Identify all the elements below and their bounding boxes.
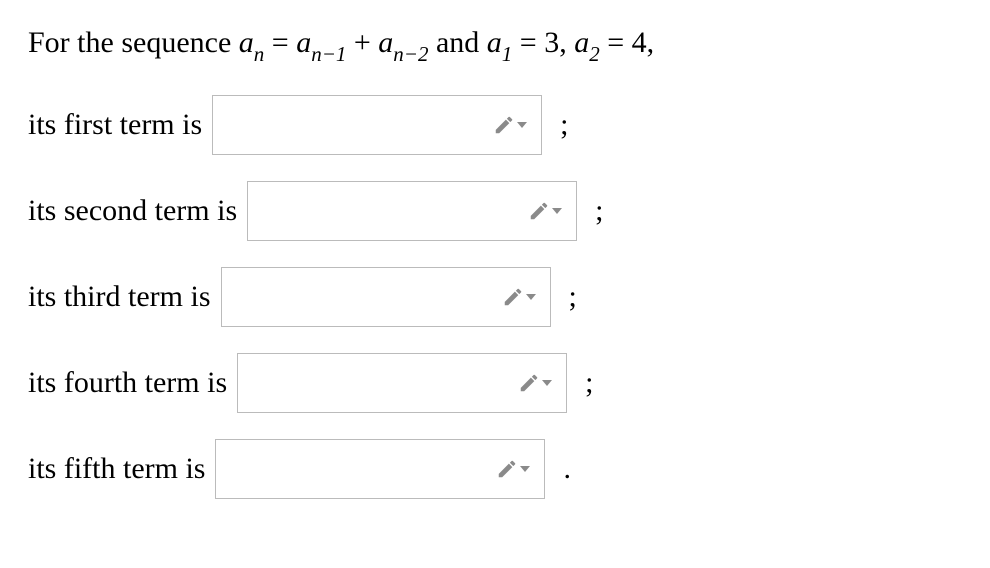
- chevron-down-icon: [542, 378, 552, 388]
- pencil-icon: [518, 372, 540, 394]
- second-term-input[interactable]: [247, 181, 577, 241]
- formula-lhs-a: a: [239, 26, 254, 59]
- third-term-label: its third term is: [28, 280, 211, 314]
- first-term-punct: ;: [560, 108, 568, 142]
- formula-plus: +: [354, 26, 378, 59]
- chevron-down-icon: [526, 292, 536, 302]
- chevron-down-icon: [552, 206, 562, 216]
- pencil-dropdown-icon[interactable]: [496, 458, 530, 480]
- row-fourth-term: its fourth term is ;: [28, 353, 962, 413]
- problem-prefix: For the sequence: [28, 26, 239, 59]
- row-second-term: its second term is ;: [28, 181, 962, 241]
- problem-and: and: [436, 26, 487, 59]
- fourth-term-punct: ;: [585, 366, 593, 400]
- init2-val: = 4,: [607, 26, 654, 59]
- fourth-term-input[interactable]: [237, 353, 567, 413]
- pencil-dropdown-icon[interactable]: [518, 372, 552, 394]
- third-term-punct: ;: [569, 280, 577, 314]
- chevron-down-icon: [517, 120, 527, 130]
- pencil-icon: [496, 458, 518, 480]
- formula-r2-a: a: [378, 26, 393, 59]
- init1-sub: 1: [502, 42, 513, 66]
- formula-r1-a: a: [296, 26, 311, 59]
- pencil-dropdown-icon[interactable]: [528, 200, 562, 222]
- pencil-icon: [502, 286, 524, 308]
- problem-statement: For the sequence an = an−1 + an−2 and a1…: [28, 22, 962, 67]
- first-term-label: its first term is: [28, 108, 202, 142]
- init2-a: a: [574, 26, 589, 59]
- row-first-term: its first term is ;: [28, 95, 962, 155]
- fifth-term-input[interactable]: [215, 439, 545, 499]
- fifth-term-label: its fifth term is: [28, 452, 205, 486]
- pencil-dropdown-icon[interactable]: [502, 286, 536, 308]
- formula-lhs-sub: n: [254, 42, 265, 66]
- fifth-term-punct: .: [563, 452, 571, 486]
- pencil-icon: [493, 114, 515, 136]
- pencil-icon: [528, 200, 550, 222]
- formula-eq: =: [272, 26, 296, 59]
- init2-sub: 2: [589, 42, 600, 66]
- third-term-input[interactable]: [221, 267, 551, 327]
- init1-val: = 3,: [520, 26, 574, 59]
- formula-r1-sub: n−1: [311, 42, 346, 66]
- row-fifth-term: its fifth term is .: [28, 439, 962, 499]
- second-term-punct: ;: [595, 194, 603, 228]
- init1-a: a: [487, 26, 502, 59]
- fourth-term-label: its fourth term is: [28, 366, 227, 400]
- first-term-input[interactable]: [212, 95, 542, 155]
- chevron-down-icon: [520, 464, 530, 474]
- second-term-label: its second term is: [28, 194, 237, 228]
- formula-r2-sub: n−2: [393, 42, 428, 66]
- pencil-dropdown-icon[interactable]: [493, 114, 527, 136]
- row-third-term: its third term is ;: [28, 267, 962, 327]
